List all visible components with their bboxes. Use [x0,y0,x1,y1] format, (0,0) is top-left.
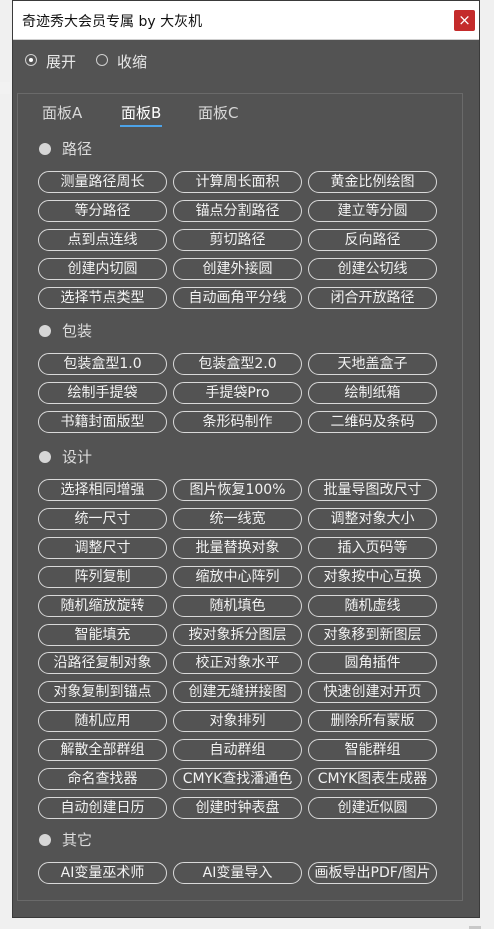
radio-collapse-label: 收缩 [117,53,148,71]
tab-panel-a[interactable]: 面板A [42,102,82,123]
tool-button[interactable]: 删除所有蒙版 [308,710,437,732]
tool-button[interactable]: 绘制手提袋 [38,382,167,404]
tool-button[interactable]: 图片恢复100% [173,479,302,501]
radio-unselected-icon [96,54,108,66]
tool-button[interactable]: 创建时钟表盘 [173,797,302,819]
tool-button[interactable]: 插入页码等 [308,537,437,559]
tool-button[interactable]: 反向路径 [308,229,437,251]
tool-button[interactable]: 调整尺寸 [38,537,167,559]
plugin-window: 奇迹秀大会员专属 by 大灰机 × 展开 收缩 面板A 面板B 面板C 路径测量… [12,0,480,918]
tool-button[interactable]: 批量替换对象 [173,537,302,559]
radio-expand-label: 展开 [46,53,77,71]
tool-button[interactable]: 对象移到新图层 [308,624,437,646]
tool-button[interactable]: 沿路径复制对象 [38,652,167,674]
tool-button[interactable]: 校正对象水平 [173,652,302,674]
tool-button[interactable]: 对象复制到锚点 [38,681,167,703]
tool-button[interactable]: 建立等分圆 [308,200,437,222]
tool-button[interactable]: 创建外接圆 [173,258,302,280]
tool-button[interactable]: 闭合开放路径 [308,287,437,309]
tool-button[interactable]: 黄金比例绘图 [308,171,437,193]
tool-button[interactable]: 随机应用 [38,710,167,732]
tool-button[interactable]: 智能群组 [308,739,437,761]
title-bar[interactable]: 奇迹秀大会员专属 by 大灰机 × [13,1,479,40]
section-title: 设计 [62,448,93,466]
tool-button[interactable]: 画板导出PDF/图片 [308,862,437,884]
section-title: 其它 [62,831,93,849]
tool-button[interactable]: 统一尺寸 [38,508,167,530]
tool-button[interactable]: 剪切路径 [173,229,302,251]
tool-button[interactable]: AI变量导入 [173,862,302,884]
tool-button[interactable]: 等分路径 [38,200,167,222]
tool-button[interactable]: 选择节点类型 [38,287,167,309]
tool-button[interactable]: 随机填色 [173,595,302,617]
tool-button[interactable]: 快速创建对开页 [308,681,437,703]
tool-button[interactable]: 书籍封面版型 [38,411,167,433]
tab-panel-c[interactable]: 面板C [198,102,238,123]
tool-button[interactable]: 随机缩放旋转 [38,595,167,617]
tool-button[interactable]: 创建公切线 [308,258,437,280]
section-title: 包装 [62,322,93,340]
tool-button[interactable]: 命名查找器 [38,768,167,790]
tool-button[interactable]: 锚点分割路径 [173,200,302,222]
tool-button[interactable]: 选择相同增强 [38,479,167,501]
section-bullet-icon [39,143,51,155]
background-edge [0,82,10,94]
tool-button[interactable]: 随机虚线 [308,595,437,617]
tool-button[interactable]: 批量导图改尺寸 [308,479,437,501]
close-icon: × [458,11,471,29]
tool-button[interactable]: 天地盖盒子 [308,353,437,375]
tool-button[interactable]: 对象按中心互换 [308,566,437,588]
tool-button[interactable]: 计算周长面积 [173,171,302,193]
tool-button[interactable]: 按对象拆分图层 [173,624,302,646]
tool-button[interactable]: 统一线宽 [173,508,302,530]
section-bullet-icon [39,451,51,463]
section-bullet-icon [39,834,51,846]
tool-button[interactable]: 缩放中心阵列 [173,566,302,588]
tool-button[interactable]: 包装盒型2.0 [173,353,302,375]
tool-button[interactable]: 自动创建日历 [38,797,167,819]
tool-button[interactable]: 手提袋Pro [173,382,302,404]
window-title: 奇迹秀大会员专属 by 大灰机 [22,14,203,30]
tool-button[interactable]: 圆角插件 [308,652,437,674]
tool-button[interactable]: 点到点连线 [38,229,167,251]
tool-button[interactable]: 自动群组 [173,739,302,761]
tool-button[interactable]: 对象排列 [173,710,302,732]
tool-button[interactable]: 创建近似圆 [308,797,437,819]
tool-button[interactable]: 包装盒型1.0 [38,353,167,375]
tool-button[interactable]: 阵列复制 [38,566,167,588]
tab-panel-b[interactable]: 面板B [119,102,163,127]
tool-button[interactable]: 调整对象大小 [308,508,437,530]
tool-button[interactable]: 解散全部群组 [38,739,167,761]
tool-button[interactable]: 绘制纸箱 [308,382,437,404]
tool-button[interactable]: 创建内切圆 [38,258,167,280]
tool-button[interactable]: 测量路径周长 [38,171,167,193]
tool-button[interactable]: CMYK图表生成器 [308,768,437,790]
tool-button[interactable]: 自动画角平分线 [173,287,302,309]
section-bullet-icon [39,325,51,337]
close-button[interactable]: × [454,10,475,31]
tool-button[interactable]: 创建无缝拼接图 [173,681,302,703]
tool-button[interactable]: AI变量巫术师 [38,862,167,884]
section-title: 路径 [62,140,93,158]
tool-button[interactable]: 二维码及条码 [308,411,437,433]
tool-button[interactable]: 智能填充 [38,624,167,646]
tool-button[interactable]: 条形码制作 [173,411,302,433]
radio-selected-icon [25,54,37,66]
tool-button[interactable]: CMYK查找潘通色 [173,768,302,790]
